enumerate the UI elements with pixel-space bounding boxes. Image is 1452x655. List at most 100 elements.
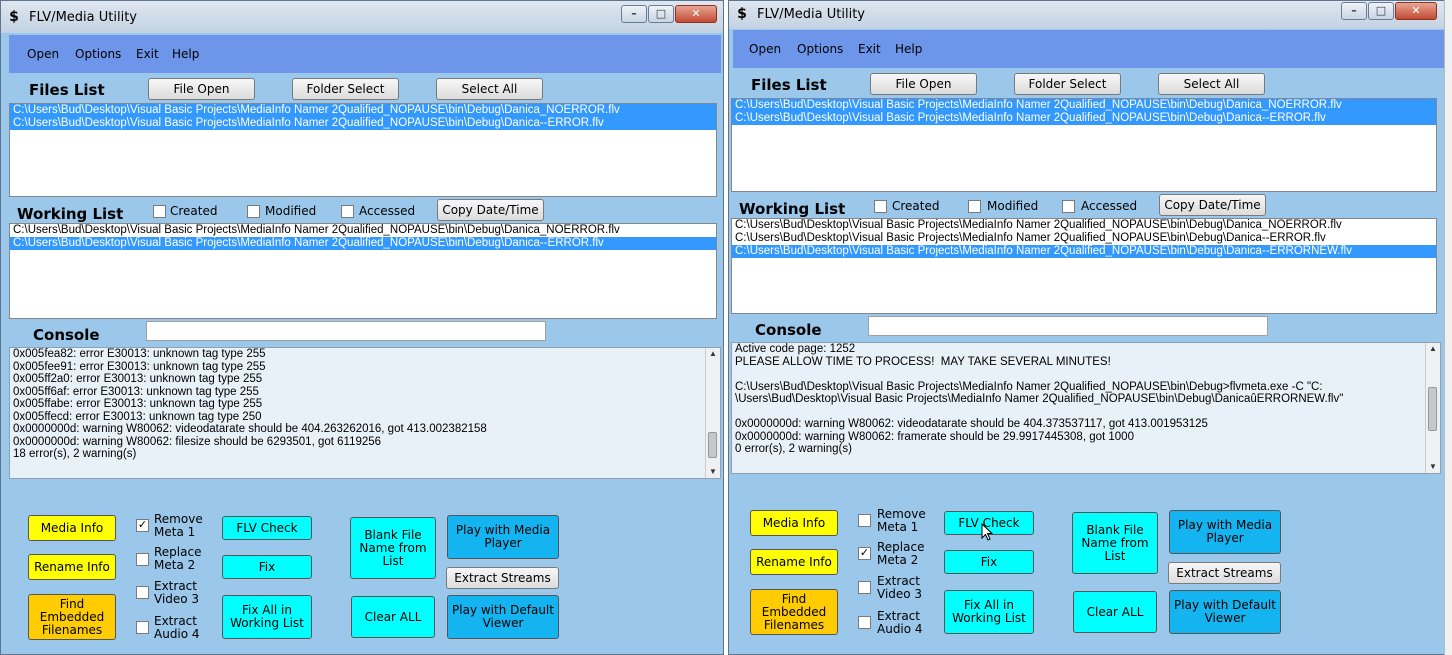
blank-file-name-button[interactable]: Blank File Name from List	[1072, 512, 1158, 574]
extract-audio-checkbox[interactable]	[858, 616, 871, 629]
remove-meta-checkbox[interactable]: ✓	[136, 519, 149, 532]
working-listbox[interactable]: C:\Users\Bud\Desktop\Visual Basic Projec…	[731, 218, 1437, 314]
scroll-down-icon[interactable]: ▼	[1426, 461, 1440, 473]
menu-open[interactable]: Open	[749, 42, 781, 56]
scroll-down-icon[interactable]: ▼	[706, 466, 720, 478]
created-label: Created	[892, 199, 940, 213]
replace-meta-checkbox[interactable]: ✓	[858, 547, 871, 560]
list-item[interactable]: C:\Users\Bud\Desktop\Visual Basic Projec…	[732, 99, 1436, 112]
extract-audio-checkbox[interactable]	[136, 621, 149, 634]
flv-check-button[interactable]: FLV Check	[222, 516, 312, 540]
created-label: Created	[170, 204, 218, 218]
find-embedded-button[interactable]: Find Embedded Filenames	[750, 589, 838, 635]
accessed-label: Accessed	[359, 204, 416, 218]
find-embedded-button[interactable]: Find Embedded Filenames	[28, 594, 116, 640]
rename-info-button[interactable]: Rename Info	[750, 549, 838, 575]
list-item[interactable]: C:\Users\Bud\Desktop\Visual Basic Projec…	[10, 237, 716, 250]
media-info-button[interactable]: Media Info	[28, 515, 116, 541]
replace-meta-checkbox[interactable]	[136, 553, 149, 566]
scrollbar-thumb[interactable]	[1428, 387, 1437, 431]
list-item[interactable]: C:\Users\Bud\Desktop\Visual Basic Projec…	[10, 224, 716, 237]
fix-all-button[interactable]: Fix All in Working List	[944, 590, 1034, 634]
files-listbox[interactable]: C:\Users\Bud\Desktop\Visual Basic Projec…	[9, 103, 717, 197]
console-line: PLEASE ALLOW TIME TO PROCESS! MAY TAKE S…	[735, 355, 1111, 368]
clear-all-button[interactable]: Clear ALL	[1073, 591, 1157, 633]
scrollbar-thumb[interactable]	[708, 432, 717, 458]
list-item[interactable]: C:\Users\Bud\Desktop\Visual Basic Projec…	[732, 219, 1436, 232]
menu-options[interactable]: Options	[797, 42, 843, 56]
play-default-viewer-button[interactable]: Play with Default Viewer	[447, 595, 559, 639]
console-line: 0x005ffabe: error E30013: unknown tag ty…	[13, 398, 263, 410]
fix-button[interactable]: Fix	[222, 555, 312, 579]
copy-date-time-button[interactable]: Copy Date/Time	[437, 199, 544, 221]
rename-info-button[interactable]: Rename Info	[28, 554, 116, 580]
menu-open[interactable]: Open	[27, 47, 59, 61]
copy-date-time-button[interactable]: Copy Date/Time	[1159, 194, 1266, 216]
extract-video-checkbox[interactable]	[858, 581, 871, 594]
accessed-checkbox[interactable]	[1062, 200, 1075, 213]
console-line: 0x005ff6af: error E30013: unknown tag ty…	[13, 385, 259, 398]
file-open-button[interactable]: File Open	[148, 78, 255, 100]
extract-streams-button[interactable]: Extract Streams	[1168, 562, 1281, 584]
title-bar[interactable]: $ FLV/Media Utility – □ ✕	[1, 1, 723, 33]
title-bar[interactable]: $ FLV/Media Utility – □ ✕	[729, 1, 1444, 29]
console-scrollbar[interactable]: ▲ ▼	[705, 348, 720, 478]
file-open-button[interactable]: File Open	[870, 73, 977, 95]
console-line: 0x0000000d: warning W80062: framerate sh…	[735, 430, 1134, 443]
clear-all-button[interactable]: Clear ALL	[351, 596, 435, 638]
scroll-up-icon[interactable]: ▲	[706, 348, 720, 360]
list-item[interactable]: C:\Users\Bud\Desktop\Visual Basic Projec…	[732, 232, 1436, 245]
console-line: 0x005fea82: error E30013: unknown tag ty…	[13, 348, 266, 360]
app-icon: $	[9, 9, 19, 25]
maximize-button[interactable]: □	[648, 5, 674, 23]
modified-checkbox[interactable]	[247, 205, 260, 218]
console-input[interactable]	[868, 316, 1268, 336]
menu-help[interactable]: Help	[172, 47, 199, 61]
menu-help[interactable]: Help	[895, 42, 922, 56]
console-input[interactable]	[146, 321, 546, 341]
background-scrollbar[interactable]	[1444, 0, 1452, 655]
list-item[interactable]: C:\Users\Bud\Desktop\Visual Basic Projec…	[10, 104, 716, 117]
play-media-player-button[interactable]: Play with Media Player	[1169, 510, 1281, 554]
menu-exit[interactable]: Exit	[858, 42, 881, 56]
working-listbox[interactable]: C:\Users\Bud\Desktop\Visual Basic Projec…	[9, 223, 717, 319]
close-button[interactable]: ✕	[675, 5, 717, 23]
console-output[interactable]: Active code page: 1252 PLEASE ALLOW TIME…	[731, 342, 1441, 474]
fix-button[interactable]: Fix	[944, 550, 1034, 574]
files-list-label: Files List	[29, 81, 105, 99]
window-title: FLV/Media Utility	[757, 7, 865, 22]
created-checkbox[interactable]	[874, 200, 887, 213]
modified-checkbox[interactable]	[968, 200, 981, 213]
console-line: 0x005ff2a0: error E30013: unknown tag ty…	[13, 373, 263, 385]
menu-exit[interactable]: Exit	[136, 47, 159, 61]
select-all-button[interactable]: Select All	[436, 78, 543, 100]
folder-select-button[interactable]: Folder Select	[1014, 73, 1121, 95]
play-media-player-button[interactable]: Play with Media Player	[447, 515, 559, 559]
working-list-label: Working List	[739, 200, 846, 218]
console-scrollbar[interactable]: ▲ ▼	[1425, 343, 1440, 473]
minimize-button[interactable]: –	[1341, 2, 1367, 20]
play-default-viewer-button[interactable]: Play with Default Viewer	[1169, 590, 1281, 634]
remove-meta-checkbox[interactable]	[858, 514, 871, 527]
extract-streams-button[interactable]: Extract Streams	[446, 567, 559, 589]
close-button[interactable]: ✕	[1395, 2, 1437, 20]
minimize-button[interactable]: –	[621, 5, 647, 23]
console-line: 18 error(s), 2 warning(s)	[13, 448, 137, 460]
blank-file-name-button[interactable]: Blank File Name from List	[350, 517, 436, 579]
console-output[interactable]: 0x005fea82: error E30013: unknown tag ty…	[9, 347, 721, 479]
extract-video-checkbox[interactable]	[136, 586, 149, 599]
folder-select-button[interactable]: Folder Select	[292, 78, 399, 100]
maximize-button[interactable]: □	[1368, 2, 1394, 20]
list-item[interactable]: C:\Users\Bud\Desktop\Visual Basic Projec…	[732, 112, 1436, 125]
created-checkbox[interactable]	[153, 205, 166, 218]
fix-all-button[interactable]: Fix All in Working List	[222, 595, 312, 639]
list-item[interactable]: C:\Users\Bud\Desktop\Visual Basic Projec…	[10, 117, 716, 130]
scroll-up-icon[interactable]: ▲	[1426, 343, 1440, 355]
files-listbox[interactable]: C:\Users\Bud\Desktop\Visual Basic Projec…	[731, 98, 1437, 192]
select-all-button[interactable]: Select All	[1158, 73, 1265, 95]
menu-options[interactable]: Options	[75, 47, 121, 61]
list-item[interactable]: C:\Users\Bud\Desktop\Visual Basic Projec…	[732, 245, 1436, 258]
accessed-checkbox[interactable]	[341, 205, 354, 218]
media-info-button[interactable]: Media Info	[750, 510, 838, 536]
